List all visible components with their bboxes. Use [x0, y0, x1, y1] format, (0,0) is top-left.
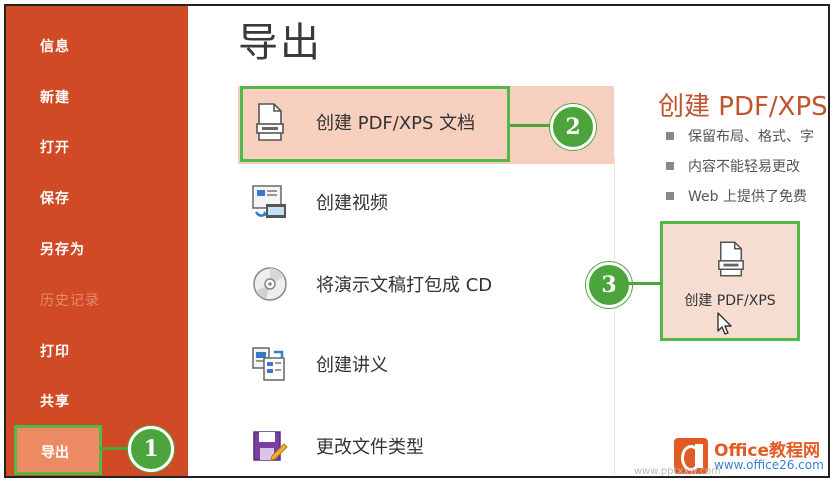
nav-item-open[interactable]: 打开: [40, 137, 70, 157]
page-title: 导出: [238, 20, 322, 66]
handout-icon: [250, 344, 290, 384]
option-label: 将演示文稿打包成 CD: [316, 275, 493, 296]
option-label: 更改文件类型: [316, 437, 424, 458]
nav-item-export[interactable]: 导出: [14, 425, 102, 475]
mouse-cursor-icon: [716, 311, 734, 341]
callout-2-connector: [510, 124, 554, 127]
create-pdf-xps-button-label: 创建 PDF/XPS: [684, 293, 776, 309]
cd-icon: [250, 264, 290, 304]
export-backstage: 信息 新建 打开 保存 另存为 历史记录 打印 共享 导出 1 导出 创建 PD…: [4, 4, 830, 478]
watermark: Office教程网 www.office26.com www.pptxxw.co…: [634, 436, 828, 476]
nav-item-history: 历史记录: [40, 293, 100, 309]
pdf-document-icon: [250, 102, 290, 142]
pdf-document-icon: [717, 240, 745, 282]
option-create-pdf-xps[interactable]: 创建 PDF/XPS 文档: [250, 102, 475, 142]
nav-item-export-label: 导出: [41, 445, 69, 461]
nav-item-save[interactable]: 保存: [40, 188, 70, 208]
description-bullet: 内容不能轻易更改: [666, 156, 800, 176]
backstage-sidebar: 信息 新建 打开 保存 另存为 历史记录 打印 共享 导出: [6, 6, 188, 476]
nav-item-new[interactable]: 新建: [40, 87, 70, 107]
watermark-url: www.office26.com: [714, 458, 824, 472]
callout-badge-2: 2: [550, 104, 596, 150]
callout-1-connector: [100, 447, 130, 450]
callout-badge-1: 1: [128, 426, 174, 472]
option-label: 创建讲义: [316, 355, 388, 376]
option-label: 创建视频: [316, 193, 388, 214]
pane-divider: [614, 156, 615, 476]
callout-badge-3: 3: [586, 262, 632, 308]
file-type-icon: [250, 426, 290, 466]
description-bullet: 保留布局、格式、字: [666, 126, 814, 146]
option-create-handouts[interactable]: 创建讲义: [250, 344, 388, 384]
nav-item-share[interactable]: 共享: [40, 391, 70, 411]
video-icon: [250, 182, 290, 222]
right-pane-title: 创建 PDF/XPS: [658, 92, 828, 122]
option-create-video[interactable]: 创建视频: [250, 182, 388, 222]
option-change-file-type[interactable]: 更改文件类型: [250, 426, 424, 466]
option-package-cd[interactable]: 将演示文稿打包成 CD: [250, 264, 492, 304]
nav-item-save-as[interactable]: 另存为: [40, 239, 85, 259]
option-label: 创建 PDF/XPS 文档: [316, 113, 476, 134]
nav-item-print[interactable]: 打印: [40, 341, 70, 361]
callout-3-connector: [628, 282, 662, 285]
watermark-sub: www.pptxxw.com: [634, 466, 722, 477]
nav-item-info[interactable]: 信息: [40, 36, 70, 56]
description-bullet: Web 上提供了免费: [666, 186, 807, 206]
